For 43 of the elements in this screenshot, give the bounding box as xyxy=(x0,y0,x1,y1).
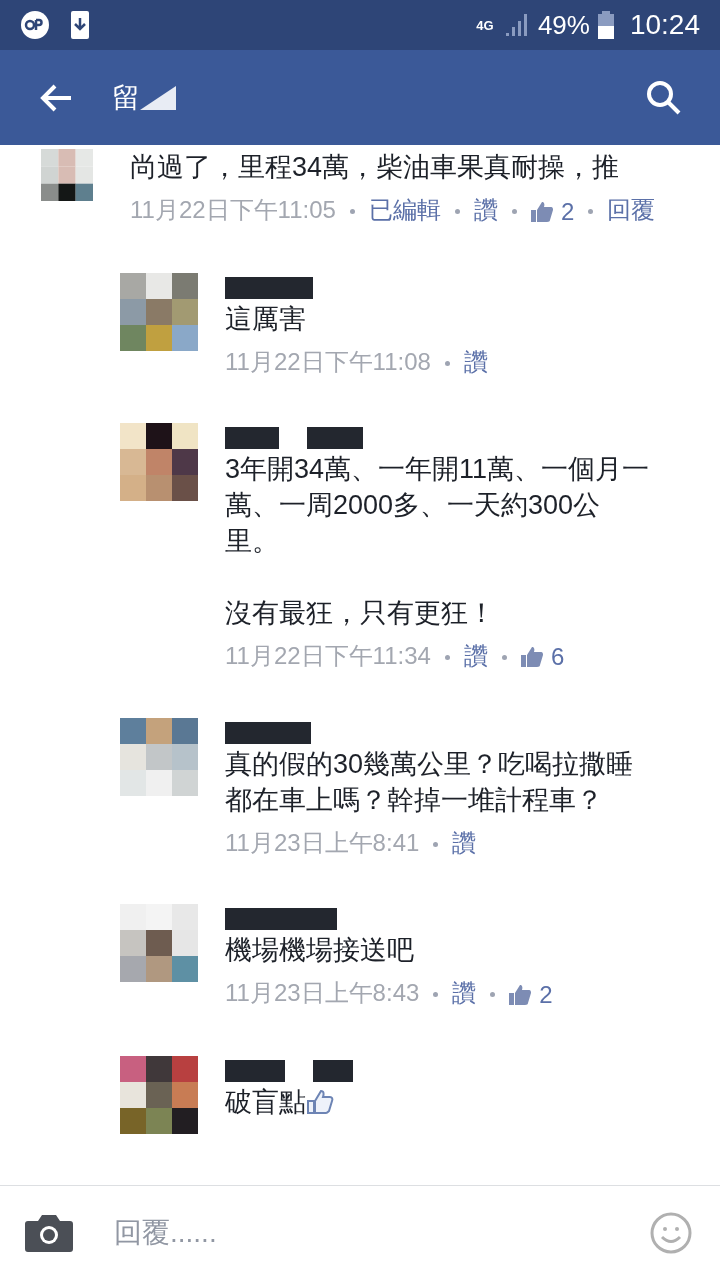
timestamp: 11月22日下午11:34 xyxy=(225,641,431,669)
comment-text: 這厲害 xyxy=(225,302,306,336)
comment-text: 3年開34萬、一年開11萬、一個月一萬、一周2000多、一天約300公里。 xyxy=(225,452,651,558)
comment-text: 沒有最狂，只有更狂！ xyxy=(225,596,496,630)
comment-text: 真的假的30幾萬公里？吃喝拉撒睡都在車上嗎？幹掉一堆計程車？ xyxy=(225,748,635,818)
action-link[interactable]: 已編輯 xyxy=(368,196,441,223)
app-badge-icon xyxy=(20,10,50,40)
action-link[interactable]: 讚 xyxy=(473,196,498,223)
comment-text: 尚過了，里程34萬，柴油車果真耐操，推 xyxy=(130,151,620,184)
name-redaction xyxy=(225,426,279,449)
network-type: 4G xyxy=(475,18,495,32)
action-link[interactable]: 讚 xyxy=(463,347,488,375)
timestamp: 11月23日上午8:43 xyxy=(225,979,420,1007)
action-link[interactable]: 讚 xyxy=(463,641,488,669)
camera-icon xyxy=(24,1213,74,1253)
like-icon xyxy=(530,201,553,222)
redaction-mark xyxy=(140,83,176,112)
like-icon xyxy=(509,984,532,1005)
like-count: 2 xyxy=(560,196,575,227)
signal-icon xyxy=(503,12,530,38)
reply-input-field[interactable]: 回覆...... xyxy=(114,1212,650,1254)
like-count: 6 xyxy=(550,642,565,673)
name-redaction xyxy=(307,426,363,449)
like-count: 2 xyxy=(539,979,553,1010)
timestamp: 11月22日下午11:08 xyxy=(225,347,431,375)
name-redaction xyxy=(225,1059,285,1082)
clock: 10:24 xyxy=(629,8,700,42)
battery-percent: 49% xyxy=(537,8,590,42)
name-redaction xyxy=(313,1059,353,1082)
page-title: 留 xyxy=(112,80,140,115)
timestamp: 11月23日上午8:41 xyxy=(225,829,420,857)
action-link[interactable]: 讚 xyxy=(452,979,477,1007)
back-arrow-icon xyxy=(39,82,73,113)
action-link[interactable]: 回覆 xyxy=(607,196,656,223)
like-icon xyxy=(520,647,543,668)
timestamp: 11月22日下午11:05 xyxy=(130,196,336,223)
action-link[interactable]: 讚 xyxy=(452,829,477,857)
comment-text: 破盲點 xyxy=(225,1085,306,1119)
battery-icon xyxy=(597,11,614,39)
smiley-icon xyxy=(650,1212,692,1254)
download-icon xyxy=(70,10,90,40)
search-icon xyxy=(646,79,682,116)
comment-text: 機場機場接送吧 xyxy=(225,934,414,968)
